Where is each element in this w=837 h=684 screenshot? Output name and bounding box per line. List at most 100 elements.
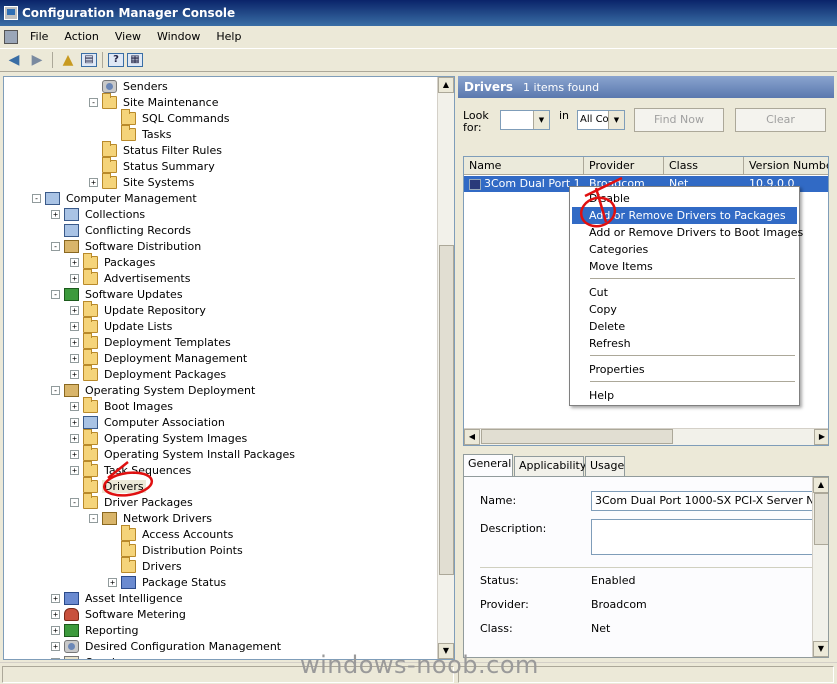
chevron-down-icon[interactable]: ▼ xyxy=(608,111,624,129)
tree-item[interactable]: + Asset Intelligence xyxy=(51,590,185,606)
tree-item[interactable]: Drivers xyxy=(108,556,184,574)
console-tree[interactable]: Senders - Site Maintenance SQL Commands Task… xyxy=(3,76,455,660)
tree-item[interactable]: - Software Distribution xyxy=(51,238,203,254)
tab-applicability[interactable]: Applicability xyxy=(514,456,586,476)
expand-icon[interactable]: + xyxy=(51,641,60,651)
collapse-icon[interactable]: - xyxy=(89,513,98,523)
menu-help[interactable]: Help xyxy=(208,30,249,43)
expand-icon[interactable]: + xyxy=(70,353,79,363)
scroll-thumb[interactable] xyxy=(814,493,828,545)
help-icon[interactable]: ? xyxy=(108,53,124,67)
expand-icon[interactable]: + xyxy=(70,401,79,411)
tree-item[interactable]: - Network Drivers xyxy=(89,510,214,526)
tree-item[interactable]: + Operating System Install Packages xyxy=(70,444,297,462)
tree-item[interactable]: Tasks xyxy=(108,124,173,142)
tree-item[interactable]: Drivers xyxy=(70,476,146,494)
expand-icon[interactable]: + xyxy=(70,417,79,427)
collapse-icon[interactable]: - xyxy=(32,193,41,203)
expand-icon[interactable]: + xyxy=(70,465,79,475)
expand-icon[interactable]: + xyxy=(70,449,79,459)
collapse-icon[interactable]: - xyxy=(51,385,60,395)
expand-icon[interactable]: + xyxy=(51,625,60,635)
back-arrow-icon[interactable]: ◀ xyxy=(4,51,24,69)
scroll-right-icon[interactable]: ▶ xyxy=(814,429,828,445)
tree-item[interactable]: + Deployment Packages xyxy=(70,364,228,382)
tree-item[interactable]: + Desired Configuration Management xyxy=(51,638,283,654)
expand-icon[interactable]: + xyxy=(51,593,60,603)
tree-item[interactable]: + Package Status xyxy=(108,574,228,590)
show-hide-tree-icon[interactable]: ▤ xyxy=(81,53,97,67)
context-menu-item[interactable]: Help xyxy=(572,387,797,404)
scroll-up-icon[interactable]: ▲ xyxy=(813,477,828,493)
column-header-class[interactable]: Class xyxy=(664,157,744,175)
scroll-thumb[interactable] xyxy=(439,245,454,575)
expand-icon[interactable]: + xyxy=(108,577,117,587)
scroll-thumb[interactable] xyxy=(481,429,673,444)
tree-item[interactable]: + Reporting xyxy=(51,622,140,638)
expand-icon[interactable]: + xyxy=(70,433,79,443)
tree-vertical-scrollbar[interactable]: ▲ ▼ xyxy=(437,77,454,659)
collapse-icon[interactable]: - xyxy=(51,289,60,299)
find-now-button[interactable]: Find Now xyxy=(634,108,724,132)
context-menu-item[interactable]: Properties xyxy=(572,361,797,378)
tree-item[interactable]: - Software Updates xyxy=(51,286,185,302)
clear-button[interactable]: Clear xyxy=(735,108,826,132)
list-horizontal-scrollbar[interactable]: ◀ ▶ xyxy=(464,428,828,445)
context-menu-item[interactable]: Move Items xyxy=(572,258,797,275)
expand-icon[interactable]: + xyxy=(70,305,79,315)
tree-item[interactable]: - Site Maintenance xyxy=(89,92,220,110)
expand-icon[interactable]: + xyxy=(70,257,79,267)
expand-icon[interactable]: + xyxy=(70,321,79,331)
tab-usage[interactable]: Usage xyxy=(585,456,625,476)
tree-item[interactable]: + Deployment Templates xyxy=(70,332,233,350)
context-menu-item[interactable]: Add or Remove Drivers to Packages xyxy=(572,207,797,224)
up-folder-icon[interactable]: ▲ xyxy=(58,51,78,69)
column-header-version[interactable]: Version Number xyxy=(744,157,828,175)
scroll-down-icon[interactable]: ▼ xyxy=(813,641,828,657)
tree-item[interactable]: + Deployment Management xyxy=(70,348,249,366)
context-menu-item[interactable]: Disable xyxy=(572,190,797,207)
chevron-down-icon[interactable]: ▼ xyxy=(533,111,549,129)
tree-item[interactable]: - Computer Management xyxy=(32,190,199,206)
context-menu-item[interactable]: Add or Remove Drivers to Boot Images xyxy=(572,224,803,241)
menu-window[interactable]: Window xyxy=(149,30,208,43)
tree-item[interactable]: + Queries xyxy=(51,654,129,659)
scroll-left-icon[interactable]: ◀ xyxy=(464,429,480,445)
tree-item[interactable]: + Site Systems xyxy=(89,172,196,190)
console-menu-icon[interactable] xyxy=(4,29,18,44)
scroll-up-icon[interactable]: ▲ xyxy=(438,77,454,93)
collapse-icon[interactable]: - xyxy=(89,97,98,107)
tree-item[interactable]: Conflicting Records xyxy=(51,222,193,238)
context-menu-item[interactable]: Cut xyxy=(572,284,797,301)
column-header-name[interactable]: Name xyxy=(464,157,584,175)
tree-item[interactable]: - Operating System Deployment xyxy=(51,382,257,398)
menu-action[interactable]: Action xyxy=(56,30,106,43)
action-pane-icon[interactable]: ▦ xyxy=(127,53,143,67)
tree-item[interactable]: - Driver Packages xyxy=(70,492,195,510)
expand-icon[interactable]: + xyxy=(51,609,60,619)
collapse-icon[interactable]: - xyxy=(51,241,60,251)
expand-icon[interactable]: + xyxy=(51,209,60,219)
tree-item[interactable]: + Operating System Images xyxy=(70,428,249,446)
expand-icon[interactable]: + xyxy=(89,177,98,187)
collapse-icon[interactable]: - xyxy=(70,497,79,507)
tree-item[interactable]: + Advertisements xyxy=(70,268,192,286)
tree-item[interactable]: + Collections xyxy=(51,206,147,222)
tree-item[interactable]: + Computer Association xyxy=(70,414,227,430)
context-menu-item[interactable]: Refresh xyxy=(572,335,797,352)
expand-icon[interactable]: + xyxy=(51,657,60,659)
forward-arrow-icon[interactable]: ▶ xyxy=(27,51,47,69)
tab-general[interactable]: General xyxy=(463,454,513,476)
context-menu-item[interactable]: Delete xyxy=(572,318,797,335)
look-for-combo[interactable]: ▼ xyxy=(500,110,550,130)
in-column-combo[interactable]: All Col ▼ xyxy=(577,110,625,130)
description-field[interactable] xyxy=(591,519,816,555)
menu-file[interactable]: File xyxy=(22,30,56,43)
expand-icon[interactable]: + xyxy=(70,369,79,379)
expand-icon[interactable]: + xyxy=(70,337,79,347)
menu-view[interactable]: View xyxy=(107,30,149,43)
tree-item[interactable]: + Software Metering xyxy=(51,606,188,622)
name-field[interactable]: 3Com Dual Port 1000-SX PCI-X Server NIC xyxy=(591,491,816,511)
expand-icon[interactable]: + xyxy=(70,273,79,283)
details-vertical-scrollbar[interactable]: ▲ ▼ xyxy=(812,477,828,657)
